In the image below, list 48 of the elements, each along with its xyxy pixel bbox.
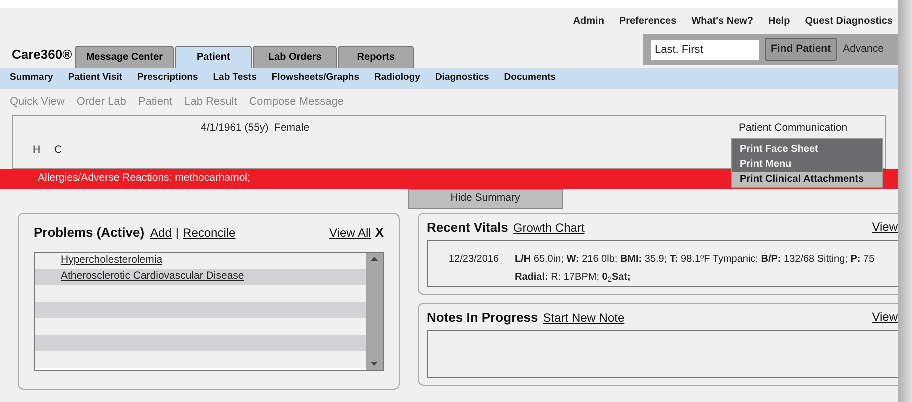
view-link[interactable]: View bbox=[872, 308, 898, 326]
nav-link[interactable]: Diagnostics bbox=[435, 71, 490, 86]
vitals-date: 12/23/2016 bbox=[449, 253, 500, 267]
problem-link[interactable]: Hypercholesterolemia bbox=[61, 252, 163, 268]
logo: Care360® bbox=[12, 46, 72, 64]
problem-link[interactable]: Atherosclerotic Cardiovascular Disease bbox=[61, 268, 244, 284]
top-link[interactable]: Help bbox=[768, 14, 790, 34]
nav-link[interactable]: Radiology bbox=[374, 71, 420, 86]
menu-item[interactable]: Print Face Sheet bbox=[732, 142, 882, 157]
hide-summary-button[interactable]: Hide Summary bbox=[408, 189, 563, 209]
patient-initial: H bbox=[33, 143, 41, 158]
menu-item[interactable]: Print Menu bbox=[732, 157, 882, 172]
find-patient-button[interactable]: Find Patient bbox=[765, 38, 838, 61]
nav-link[interactable]: Summary bbox=[10, 71, 54, 86]
menu-item[interactable]: Print Clinical Attachments bbox=[732, 172, 882, 187]
link-separator: | bbox=[176, 225, 180, 242]
panel-title: Recent Vitals bbox=[427, 218, 508, 236]
view-all-link[interactable]: View All bbox=[330, 224, 372, 242]
advanced-search-link[interactable]: Advance bbox=[843, 42, 884, 58]
nav-link[interactable]: Flowsheets/Graphs bbox=[272, 71, 360, 86]
top-link[interactable]: What's New? bbox=[692, 14, 754, 34]
tab[interactable]: Message Center bbox=[75, 46, 174, 68]
patient-initial: C bbox=[54, 143, 62, 158]
scroll-down-icon[interactable] bbox=[371, 362, 378, 366]
tab[interactable]: Reports bbox=[338, 46, 414, 68]
tab[interactable]: Patient bbox=[175, 46, 252, 68]
panel-link[interactable]: Start New Note bbox=[543, 309, 625, 327]
patient-communication-link[interactable]: Patient Communication bbox=[739, 121, 848, 137]
top-link[interactable]: Quest Diagnostics bbox=[805, 14, 893, 34]
scrollbar[interactable] bbox=[366, 252, 383, 370]
nav-link[interactable]: Lab Tests bbox=[213, 71, 257, 86]
panel-title: Problems (Active) bbox=[34, 224, 145, 242]
reconcile-link[interactable]: Reconcile bbox=[183, 224, 236, 242]
nav-link[interactable]: Prescriptions bbox=[138, 71, 198, 86]
patient-search-field[interactable]: Last. First bbox=[651, 40, 759, 60]
top-link[interactable]: Preferences bbox=[619, 14, 677, 34]
tab[interactable]: Lab Orders bbox=[253, 46, 338, 68]
panel-link[interactable]: Growth Chart bbox=[513, 219, 585, 237]
panel-title: Notes In Progress bbox=[427, 308, 538, 327]
add-link[interactable]: Add bbox=[150, 224, 172, 242]
vitals-reading: L/H 65.0in; W: 216 0lb; BMI: 35.9; T: 98.1ºF Tympanic; B/P: 132/68 Sitting; P: 75 Radial: R: 17BPM; 0$_{2}$Sat; bbox=[515, 253, 876, 286]
patient-demographics: 4/1/1961 (55y) Female bbox=[201, 121, 310, 136]
close-button[interactable]: X bbox=[375, 223, 384, 242]
nav-link[interactable]: Patient Visit bbox=[68, 71, 123, 86]
view-link[interactable]: View bbox=[872, 218, 898, 236]
scroll-up-icon[interactable] bbox=[371, 256, 378, 260]
nav-link[interactable]: Documents bbox=[504, 71, 556, 86]
top-link[interactable]: Admin bbox=[573, 14, 604, 34]
